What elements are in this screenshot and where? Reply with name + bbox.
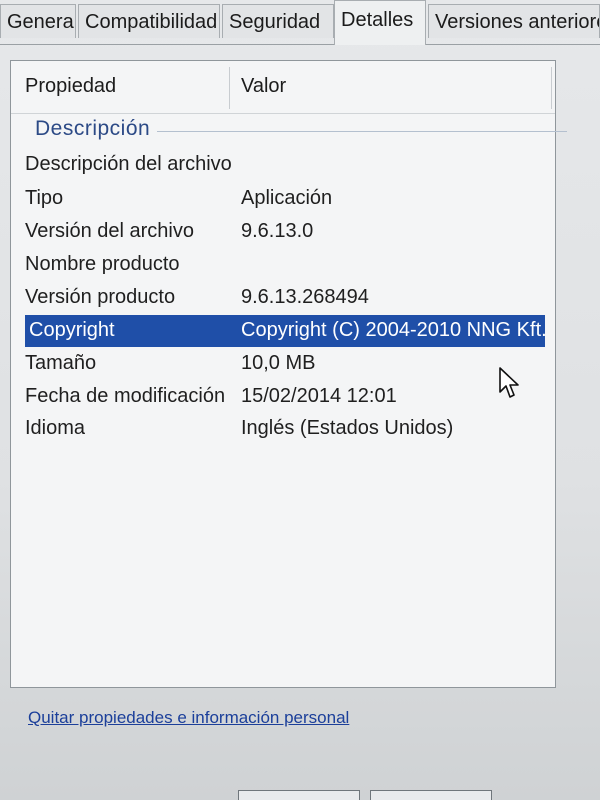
- table-row[interactable]: Fecha de modificación 15/02/2014 12:01: [21, 381, 551, 413]
- table-row[interactable]: Idioma Inglés (Estados Unidos): [21, 413, 551, 445]
- property-name: Tipo: [25, 187, 64, 209]
- cancel-button[interactable]: [370, 790, 492, 800]
- property-name: Descripción del archivo: [25, 153, 232, 175]
- table-row[interactable]: Versión del archivo 9.6.13.0: [21, 216, 551, 248]
- property-value: Copyright (C) 2004-2010 NNG Kft.: [241, 319, 547, 341]
- tab-detalles[interactable]: Detalles: [334, 0, 426, 45]
- group-divider: [157, 131, 567, 132]
- property-name: Idioma: [25, 417, 86, 439]
- property-value: Inglés (Estados Unidos): [241, 417, 454, 439]
- table-row[interactable]: Versión producto 9.6.13.268494: [21, 282, 551, 314]
- property-value: Aplicación: [241, 187, 333, 209]
- details-list[interactable]: Propiedad Valor Descripción Descripción …: [10, 60, 567, 688]
- tab-strip: General Compatibilidad Seguridad Detalle…: [0, 0, 600, 45]
- property-name: Versión producto: [25, 286, 176, 308]
- property-name: Fecha de modificación: [25, 385, 226, 407]
- table-row[interactable]: Nombre producto: [21, 249, 551, 281]
- tab-compatibilidad[interactable]: Compatibilidad: [78, 4, 220, 38]
- list-header: Propiedad Valor: [11, 61, 555, 114]
- tab-general[interactable]: General: [0, 4, 76, 38]
- ok-button[interactable]: [238, 790, 360, 800]
- property-value: 10,0 MB: [241, 352, 316, 374]
- tab-versiones-anteriores[interactable]: Versiones anteriores: [428, 4, 600, 38]
- table-row-selected[interactable]: Copyright Copyright (C) 2004-2010 NNG Kf…: [25, 315, 547, 347]
- group-header-descripcion: Descripción: [35, 117, 151, 140]
- property-value: 9.6.13.0: [241, 220, 314, 242]
- table-row[interactable]: Tamaño 10,0 MB: [21, 348, 551, 380]
- property-name: Versión del archivo: [25, 220, 194, 242]
- remove-properties-link[interactable]: Quitar propiedades e información persona…: [28, 708, 349, 728]
- mouse-pointer-icon: [499, 367, 519, 398]
- properties-dialog: General Compatibilidad Seguridad Detalle…: [0, 0, 600, 800]
- column-header-value[interactable]: Valor: [241, 75, 286, 98]
- table-row[interactable]: Descripción del archivo: [21, 149, 551, 181]
- column-divider-end[interactable]: [551, 67, 552, 109]
- property-value: 15/02/2014 12:01: [241, 385, 397, 407]
- property-value: 9.6.13.268494: [241, 286, 369, 308]
- column-divider[interactable]: [229, 67, 230, 109]
- property-name: Tamaño: [25, 352, 97, 374]
- property-name: Nombre producto: [25, 253, 180, 275]
- table-row[interactable]: Tipo Aplicación: [21, 183, 551, 215]
- property-name: Copyright: [29, 319, 115, 341]
- column-header-property[interactable]: Propiedad: [25, 75, 116, 98]
- tab-seguridad[interactable]: Seguridad: [222, 4, 334, 38]
